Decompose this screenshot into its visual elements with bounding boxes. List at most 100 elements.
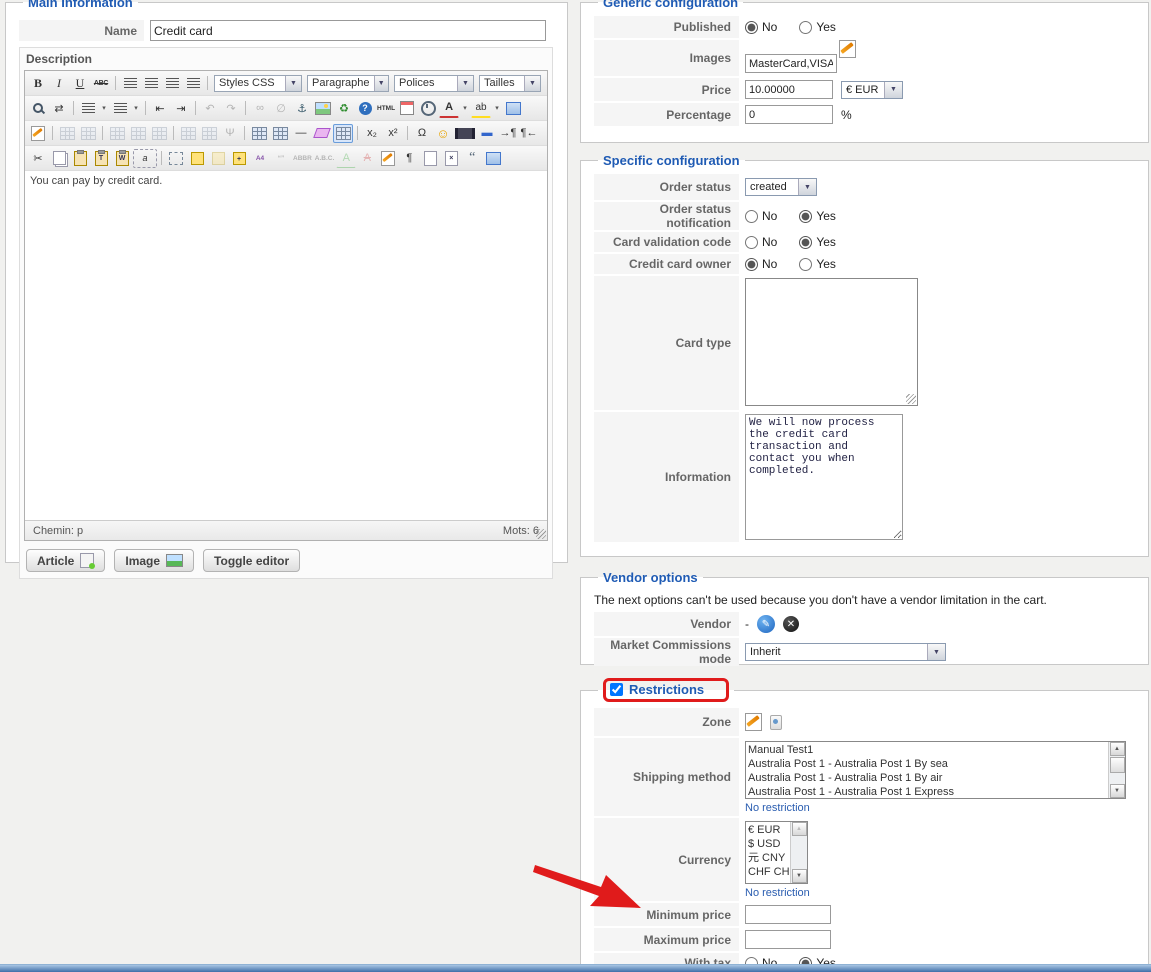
- emoticon-icon[interactable]: ☺: [433, 124, 453, 143]
- shipping-method-option[interactable]: Manual Test1: [748, 743, 1107, 757]
- acronym-icon[interactable]: A.B.C.: [314, 149, 336, 168]
- insert-column-after-icon[interactable]: [199, 124, 219, 143]
- indent-icon[interactable]: ⇥: [171, 99, 191, 118]
- table-row-properties-icon[interactable]: [57, 124, 77, 143]
- styles-select[interactable]: Styles CSS ▼: [214, 74, 302, 92]
- delete-row-icon[interactable]: [149, 124, 169, 143]
- vendor-edit-icon[interactable]: ✎: [757, 615, 775, 633]
- strikethrough-icon[interactable]: ABC: [91, 74, 111, 93]
- redo-icon[interactable]: ↷: [221, 99, 241, 118]
- scroll-up-icon[interactable]: ▲: [1109, 742, 1125, 756]
- maximum-price-input[interactable]: [745, 930, 831, 949]
- italic-icon[interactable]: I: [49, 74, 69, 93]
- insertion-icon[interactable]: A: [336, 149, 357, 168]
- deletion-icon[interactable]: A: [357, 149, 377, 168]
- image-button[interactable]: Image: [114, 549, 195, 572]
- currency-option[interactable]: $ USD: [748, 837, 790, 851]
- paste-icon[interactable]: [70, 149, 90, 168]
- ltr-icon[interactable]: →¶: [498, 124, 518, 143]
- insert-image-icon[interactable]: [313, 99, 333, 118]
- attributes-icon[interactable]: [378, 149, 398, 168]
- remove-format-icon[interactable]: [312, 124, 332, 143]
- images-input[interactable]: [745, 54, 837, 73]
- absolute-position-icon[interactable]: +: [229, 149, 249, 168]
- bring-forward-icon[interactable]: [187, 149, 207, 168]
- link-icon[interactable]: ∞: [250, 99, 270, 118]
- sizes-select[interactable]: Tailles ▼: [479, 74, 541, 92]
- currency-listbox[interactable]: € EUR $ USD 元 CNY CHF CHF ▲ ▼: [745, 821, 808, 884]
- credit-card-owner-no-radio[interactable]: [745, 257, 758, 271]
- insert-date-icon[interactable]: [397, 99, 417, 118]
- blockquote-icon[interactable]: “: [462, 149, 482, 168]
- font-style-icon[interactable]: A4: [250, 149, 270, 168]
- cleanup-icon[interactable]: ♻: [334, 99, 354, 118]
- editor-resize-grip[interactable]: [536, 529, 546, 539]
- percentage-input[interactable]: [745, 105, 833, 124]
- horizontal-rule-icon[interactable]: —: [291, 124, 311, 143]
- find-replace-icon[interactable]: ⇄: [49, 99, 69, 118]
- fullscreen-icon[interactable]: [503, 99, 523, 118]
- edit-css-style-icon[interactable]: [28, 124, 48, 143]
- insert-column-before-icon[interactable]: [178, 124, 198, 143]
- find-icon[interactable]: [28, 99, 48, 118]
- text-color-icon[interactable]: A: [439, 98, 460, 118]
- paste-as-text-icon[interactable]: T: [91, 149, 111, 168]
- scroll-up-icon[interactable]: ▲: [791, 822, 807, 836]
- price-currency-select[interactable]: € EUR ▼: [841, 80, 903, 99]
- scroll-down-icon[interactable]: ▼: [1109, 784, 1125, 798]
- bullet-list-dropdown-icon[interactable]: ▾: [99, 99, 109, 118]
- advanced-hr-icon[interactable]: ▬: [477, 124, 497, 143]
- outdent-icon[interactable]: ⇤: [150, 99, 170, 118]
- align-justify-icon[interactable]: [183, 74, 203, 93]
- published-no-radio[interactable]: [745, 20, 758, 34]
- anchor-icon[interactable]: ⚓: [292, 99, 312, 118]
- superscript-icon[interactable]: x²: [383, 124, 403, 143]
- minimum-price-input[interactable]: [745, 905, 831, 924]
- toggle-editor-button[interactable]: Toggle editor: [203, 549, 301, 572]
- help-icon[interactable]: ?: [355, 99, 375, 118]
- unlink-icon[interactable]: ∅: [271, 99, 291, 118]
- shipping-no-restriction-link[interactable]: No restriction: [745, 802, 810, 814]
- order-status-notification-no-radio[interactable]: [745, 209, 758, 223]
- align-right-icon[interactable]: [162, 74, 182, 93]
- copy-icon[interactable]: [49, 149, 69, 168]
- align-left-icon[interactable]: [120, 74, 140, 93]
- scroll-thumb[interactable]: [1109, 757, 1125, 773]
- delete-column-icon[interactable]: Ψ: [220, 124, 240, 143]
- shipping-method-option[interactable]: Australia Post 1 - Australia Post 1 By s…: [748, 757, 1107, 771]
- bullet-list-icon[interactable]: [78, 99, 98, 118]
- delete-zone-icon[interactable]: [770, 714, 782, 730]
- numbered-list-icon[interactable]: [110, 99, 130, 118]
- market-commissions-select[interactable]: Inherit ▼: [745, 643, 946, 661]
- editor-content[interactable]: You can pay by credit card.: [25, 171, 547, 520]
- special-character-icon[interactable]: Ω: [412, 124, 432, 143]
- visual-characters-icon[interactable]: ¶: [399, 149, 419, 168]
- card-validation-code-no-radio[interactable]: [745, 235, 758, 249]
- table-properties-icon[interactable]: [270, 124, 290, 143]
- price-input[interactable]: [745, 80, 833, 99]
- currency-option[interactable]: € EUR: [748, 823, 790, 837]
- subscript-icon[interactable]: x₂: [362, 124, 382, 143]
- article-button[interactable]: Article: [26, 549, 106, 572]
- html-source-icon[interactable]: HTML: [376, 99, 396, 118]
- cut-icon[interactable]: ✂: [28, 149, 48, 168]
- currency-scrollbar[interactable]: ▲ ▼: [790, 822, 807, 883]
- shipping-scrollbar[interactable]: ▲ ▼: [1108, 742, 1125, 798]
- card-type-resize-grip[interactable]: [906, 394, 916, 404]
- iframe-icon[interactable]: [483, 149, 503, 168]
- vendor-remove-icon[interactable]: ✕: [783, 616, 799, 632]
- highlight-color-icon[interactable]: ab: [471, 98, 492, 118]
- page-break-icon[interactable]: ×: [441, 149, 461, 168]
- edit-zone-icon[interactable]: [745, 713, 762, 731]
- rtl-icon[interactable]: ¶←: [519, 124, 539, 143]
- card-validation-code-yes-radio[interactable]: [799, 235, 813, 249]
- insert-layer-icon[interactable]: [166, 149, 186, 168]
- shipping-method-option[interactable]: Australia Post 1 - Australia Post 1 By a…: [748, 771, 1107, 785]
- shipping-method-listbox[interactable]: Manual Test1 Australia Post 1 - Australia…: [745, 741, 1126, 799]
- highlight-color-dropdown-icon[interactable]: ▾: [492, 99, 502, 118]
- currency-option[interactable]: 元 CNY: [748, 851, 790, 865]
- underline-icon[interactable]: U: [70, 74, 90, 93]
- edit-images-icon[interactable]: [839, 40, 856, 58]
- insert-table-icon[interactable]: [249, 124, 269, 143]
- numbered-list-dropdown-icon[interactable]: ▾: [131, 99, 141, 118]
